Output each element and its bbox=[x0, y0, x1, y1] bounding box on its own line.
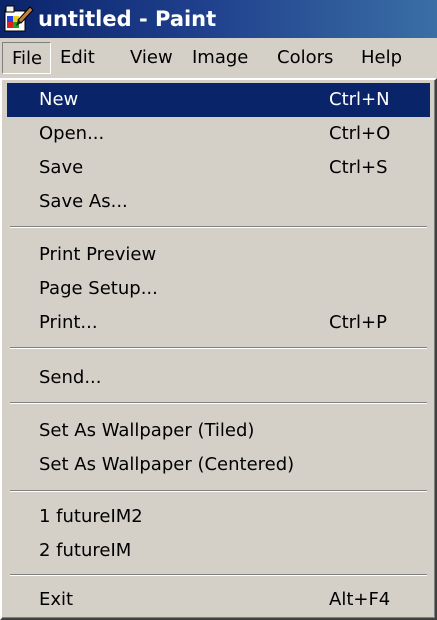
menu-item-new[interactable]: New Ctrl+N bbox=[7, 83, 430, 117]
menu-item-recent-1[interactable]: 1 futureIM2 bbox=[7, 500, 430, 534]
menu-help[interactable]: Help bbox=[361, 42, 402, 74]
menu-item-save[interactable]: Save Ctrl+S bbox=[7, 151, 430, 185]
menu-separator bbox=[10, 574, 427, 576]
file-menu-dropdown: New Ctrl+N Open... Ctrl+O Save Ctrl+S Sa… bbox=[0, 78, 437, 620]
menu-item-label: Exit bbox=[39, 589, 74, 610]
menu-item-label: Open... bbox=[39, 123, 105, 144]
menu-item-page-setup[interactable]: Page Setup... bbox=[7, 272, 430, 306]
menu-item-label: Print... bbox=[39, 312, 98, 333]
menu-item-label: Print Preview bbox=[39, 244, 157, 265]
file-menu-body: New Ctrl+N Open... Ctrl+O Save Ctrl+S Sa… bbox=[2, 80, 435, 618]
menu-item-label: New bbox=[39, 89, 79, 110]
menu-separator bbox=[10, 490, 427, 492]
menu-item-shortcut: Ctrl+O bbox=[329, 123, 391, 144]
menu-file[interactable]: File bbox=[2, 42, 51, 74]
menu-item-label: Send... bbox=[39, 367, 102, 388]
title-bar[interactable]: untitled - Paint bbox=[0, 0, 437, 38]
menu-item-print-preview[interactable]: Print Preview bbox=[7, 238, 430, 272]
menu-separator bbox=[10, 347, 427, 349]
menu-item-wallpaper-tiled[interactable]: Set As Wallpaper (Tiled) bbox=[7, 414, 430, 448]
menu-item-shortcut: Alt+F4 bbox=[329, 589, 391, 610]
menu-separator bbox=[10, 402, 427, 404]
menu-item-shortcut: Ctrl+S bbox=[329, 157, 388, 178]
menu-item-shortcut: Ctrl+N bbox=[329, 89, 390, 110]
menu-item-label: Page Setup... bbox=[39, 278, 158, 299]
menu-item-exit[interactable]: Exit Alt+F4 bbox=[7, 583, 430, 617]
menu-item-send[interactable]: Send... bbox=[7, 361, 430, 395]
menu-bar: File Edit View Image Colors Help bbox=[0, 38, 437, 78]
menu-image[interactable]: Image bbox=[192, 42, 248, 74]
menu-item-label: Set As Wallpaper (Centered) bbox=[39, 454, 295, 475]
menu-item-label: Save As... bbox=[39, 191, 128, 212]
menu-item-recent-2[interactable]: 2 futureIM bbox=[7, 534, 430, 568]
menu-item-label: Save bbox=[39, 157, 84, 178]
menu-edit[interactable]: Edit bbox=[60, 42, 95, 74]
menu-separator bbox=[10, 226, 427, 228]
menu-item-label: 1 futureIM2 bbox=[39, 506, 143, 527]
paint-window: untitled - Paint File Edit View Image Co… bbox=[0, 0, 437, 620]
menu-item-save-as[interactable]: Save As... bbox=[7, 185, 430, 219]
menu-item-label: Set As Wallpaper (Tiled) bbox=[39, 420, 255, 441]
menu-item-open[interactable]: Open... Ctrl+O bbox=[7, 117, 430, 151]
window-title: untitled - Paint bbox=[38, 7, 217, 31]
paint-app-icon[interactable] bbox=[4, 4, 34, 34]
menu-item-wallpaper-centered[interactable]: Set As Wallpaper (Centered) bbox=[7, 448, 430, 482]
menu-item-print[interactable]: Print... Ctrl+P bbox=[7, 306, 430, 340]
menu-item-label: 2 futureIM bbox=[39, 540, 132, 561]
menu-colors[interactable]: Colors bbox=[277, 42, 333, 74]
menu-item-shortcut: Ctrl+P bbox=[329, 312, 387, 333]
menu-view[interactable]: View bbox=[130, 42, 173, 74]
